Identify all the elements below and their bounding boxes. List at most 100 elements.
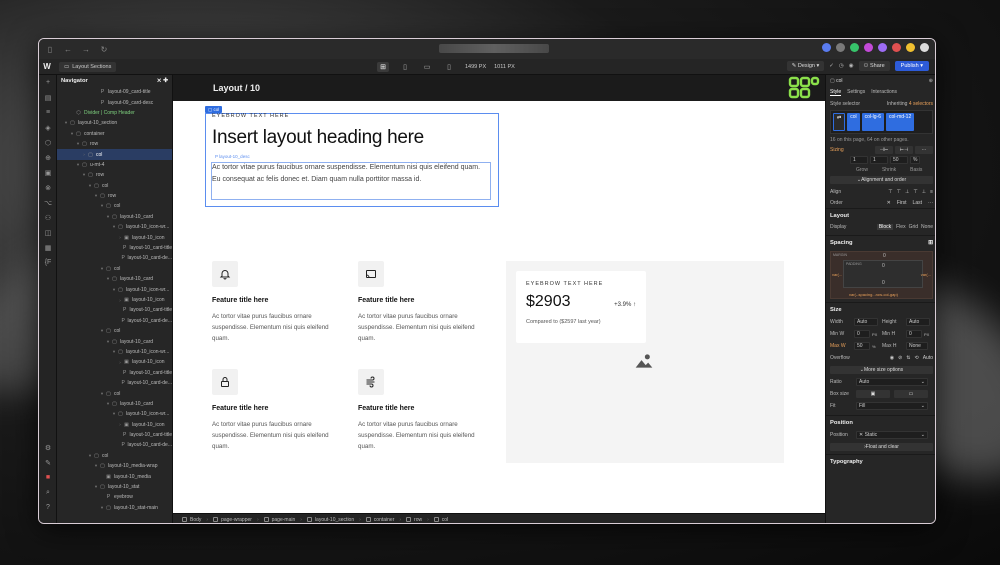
display-grid-option[interactable]: Grid xyxy=(909,224,918,230)
ratio-select[interactable]: Auto ⌄ xyxy=(856,378,928,386)
breadcrumb-item[interactable]: row xyxy=(401,517,427,523)
position-section-header[interactable]: Position xyxy=(826,415,935,429)
navigator-item[interactable]: ▾ ▢ layout-10_card xyxy=(57,212,172,222)
components-icon[interactable]: ◈ xyxy=(39,120,57,135)
extension-icon[interactable] xyxy=(850,43,859,52)
overflow-auto-option[interactable]: Auto xyxy=(923,355,933,361)
users-icon[interactable]: ⚇ xyxy=(39,210,57,225)
preview-icon[interactable]: ◉ xyxy=(849,63,854,69)
extension-icon[interactable] xyxy=(822,43,831,52)
breadcrumb-item[interactable]: container xyxy=(361,517,400,523)
mobile-portrait-icon[interactable]: ▯ xyxy=(443,62,455,72)
overflow-visible-icon[interactable]: ◉ xyxy=(890,355,894,361)
content-box-icon[interactable]: ▭ xyxy=(894,390,928,398)
logic-icon[interactable]: ⌥ xyxy=(39,195,57,210)
spacing-editor[interactable]: MARGIN 0 PADDING 0 0 var(... var(... var… xyxy=(830,251,933,299)
navigator-item[interactable]: ▾ ▢ u-mt-4 xyxy=(57,160,172,170)
sidebar-toggle-icon[interactable]: ▯ xyxy=(45,44,55,54)
navigator-item[interactable]: ▾ ▢ row xyxy=(57,170,172,180)
spacing-add-icon[interactable]: ⊞ xyxy=(928,240,933,246)
navigator-item[interactable]: ▾ ▢ layout-10_icon-wr... xyxy=(57,284,172,294)
navigator-item[interactable]: Peyebrow xyxy=(57,492,172,502)
extension-icon[interactable] xyxy=(920,43,929,52)
max-height-input[interactable]: None xyxy=(906,342,928,350)
border-box-icon[interactable]: ▣ xyxy=(856,390,890,398)
check-icon[interactable]: ✓ xyxy=(829,63,834,69)
alignment-order-button[interactable]: ⌄ Alignment and order xyxy=(830,176,933,184)
breadcrumb-item[interactable]: Body xyxy=(177,517,206,523)
display-block-option[interactable]: Block xyxy=(876,224,894,230)
webflow-logo-icon[interactable]: W xyxy=(39,62,55,71)
history-icon[interactable]: ◷ xyxy=(839,63,844,69)
navigator-item[interactable]: Playout-10_card-title xyxy=(57,305,172,315)
overflow-scroll-icon[interactable]: ⇅ xyxy=(906,355,910,361)
panel-options-icon[interactable]: ⊕ xyxy=(929,78,933,84)
align-baseline-icon[interactable]: ⊥ xyxy=(922,189,926,195)
order-last-button[interactable]: Last xyxy=(913,200,922,206)
sizing-option-icon[interactable]: ··· xyxy=(915,146,933,154)
extension-icon[interactable] xyxy=(864,43,873,52)
navigator-item[interactable]: Playout-10_card-de... xyxy=(57,253,172,263)
inheriting-count[interactable]: 4 selectors xyxy=(909,101,933,107)
navigator-item[interactable]: Playout-10_card-title xyxy=(57,243,172,253)
search-icon[interactable]: ⌕ xyxy=(39,485,57,500)
extension-icon[interactable] xyxy=(878,43,887,52)
design-mode-button[interactable]: ✎ Design ▾ xyxy=(786,61,825,71)
extension-icon[interactable] xyxy=(892,43,901,52)
desktop-breakpoint-icon[interactable]: ⊞ xyxy=(377,62,389,72)
navigator-item[interactable]: ▣ layout-10_media xyxy=(57,471,172,481)
navigator-item[interactable]: Playout-10_card-title xyxy=(57,430,172,440)
pages-icon[interactable]: ▤ xyxy=(39,90,57,105)
order-more-icon[interactable]: ··· xyxy=(928,200,933,206)
navigator-item[interactable]: Playout-09_card-title xyxy=(57,87,172,97)
min-height-input[interactable]: 0 xyxy=(906,330,922,338)
selector-chip[interactable]: col xyxy=(847,113,860,131)
typography-section-header[interactable]: Typography xyxy=(826,454,935,468)
help-icon[interactable]: ? xyxy=(39,500,57,515)
navigator-icon[interactable]: ≡ xyxy=(39,105,57,120)
width-input[interactable]: Auto xyxy=(854,318,878,326)
float-clear-button[interactable]: › Float and clear xyxy=(830,443,933,451)
margin-right-value[interactable]: var(... xyxy=(921,272,931,277)
navigator-item[interactable]: › ▣ layout-10_icon xyxy=(57,232,172,242)
breadcrumb-item[interactable]: layout-10_section xyxy=(302,517,359,523)
spacing-section-header[interactable]: Spacing ⊞ xyxy=(826,235,935,249)
align-start-icon[interactable]: ⊤ xyxy=(888,189,892,195)
align-end-icon[interactable]: ⊥ xyxy=(905,189,909,195)
navigator-item[interactable]: ▾ ▢ col xyxy=(57,388,172,398)
breadcrumb-item[interactable]: page-wrapper xyxy=(208,517,257,523)
navigator-item[interactable]: ▾ ▢ layout-10_icon-wr... xyxy=(57,409,172,419)
page-selector[interactable]: ▭ Layout Sections xyxy=(59,61,117,72)
mobile-landscape-icon[interactable]: ▭ xyxy=(421,62,433,72)
navigator-item[interactable]: Playout-09_card-desc xyxy=(57,97,172,107)
add-icon[interactable]: + xyxy=(39,75,57,90)
order-none-icon[interactable]: ✕ xyxy=(887,200,891,206)
selector-field[interactable]: ⇄ col col-lg-6 col-md-12 xyxy=(830,110,933,134)
record-icon[interactable]: ■ xyxy=(39,470,57,485)
navigator-item[interactable]: ▾ ▢ row xyxy=(57,139,172,149)
margin-left-value[interactable]: var(... xyxy=(832,272,842,277)
navigator-item[interactable]: ▾ ▢ layout-10_icon-wr... xyxy=(57,222,172,232)
max-width-input[interactable]: 50 xyxy=(854,342,870,350)
tab-interactions[interactable]: Interactions xyxy=(871,89,897,95)
display-none-option[interactable]: None xyxy=(921,224,933,230)
order-first-button[interactable]: First xyxy=(897,200,907,206)
navigator-item[interactable]: ▾ ▢ col xyxy=(57,264,172,274)
margin-top-value[interactable]: 0 xyxy=(883,253,886,259)
overflow-hidden-icon[interactable]: ⊘ xyxy=(898,355,902,361)
navigator-item[interactable]: › ▣ layout-10_icon xyxy=(57,357,172,367)
sizing-option-icon[interactable]: ⊢⊣ xyxy=(895,146,913,154)
display-flex-option[interactable]: Flex xyxy=(896,224,905,230)
navigator-item[interactable]: ▾ ▢ layout-10_card xyxy=(57,336,172,346)
max-width-unit[interactable]: % xyxy=(872,344,878,349)
layout-section-header[interactable]: Layout xyxy=(826,208,935,222)
selector-chip[interactable]: col-md-12 xyxy=(886,113,915,131)
overflow-clip-icon[interactable]: ⟲ xyxy=(915,355,919,361)
navigator-item[interactable]: ▾ ▢ layout-10_stat xyxy=(57,482,172,492)
navigator-item[interactable]: ▾ ▢ container xyxy=(57,129,172,139)
publish-button[interactable]: Publish ▾ xyxy=(894,61,929,71)
align-stretch-icon[interactable]: ⊤ xyxy=(913,189,917,195)
navigator-item[interactable]: ▾ ▢ row xyxy=(57,191,172,201)
min-width-input[interactable]: 0 xyxy=(854,330,870,338)
navigator-item[interactable]: ▾ ▢ layout-10_media-wrap xyxy=(57,461,172,471)
